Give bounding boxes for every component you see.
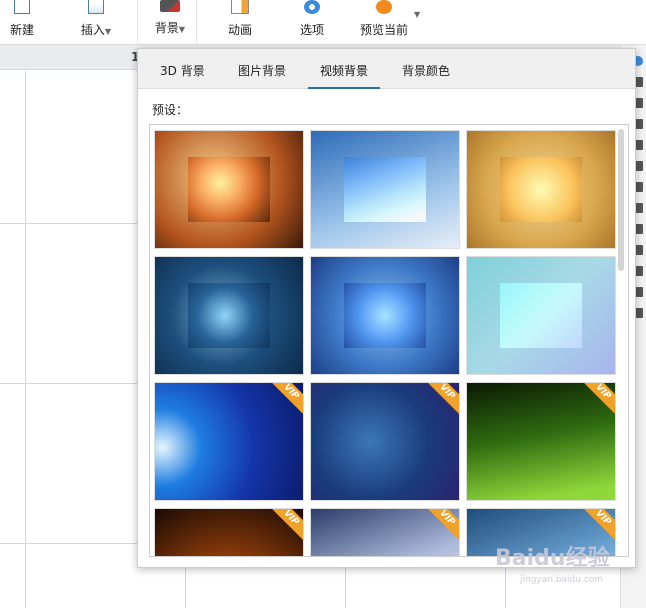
thumbnail-preview-inset bbox=[343, 282, 427, 349]
gear-icon bbox=[304, 0, 320, 14]
background-tabs: 3D 背景 图片背景 视频背景 背景颜色 bbox=[138, 49, 635, 89]
toolbar: 新建 插入▼ 背景▼ 动画 选项 预览当前 ▼ bbox=[0, 0, 646, 45]
preset-label: 预设： bbox=[152, 103, 189, 117]
scrollbar[interactable] bbox=[618, 129, 624, 271]
options-button[interactable]: 选项 bbox=[292, 0, 332, 45]
tab-image-background[interactable]: 图片背景 bbox=[238, 62, 286, 79]
thumbnail-earth-globe[interactable] bbox=[154, 256, 304, 375]
thumbnail-preview-inset bbox=[187, 156, 271, 223]
thumbnail-blue-tech-light[interactable]: VIP bbox=[154, 382, 304, 501]
insert-button[interactable]: 插入▼ bbox=[74, 0, 118, 45]
thumbnail-green-aurora[interactable]: VIP bbox=[466, 382, 616, 501]
vip-badge: VIP bbox=[264, 509, 303, 545]
vip-badge: VIP bbox=[264, 383, 303, 419]
animation-button[interactable]: 动画 bbox=[220, 0, 260, 45]
vip-badge: VIP bbox=[420, 383, 459, 419]
background-button[interactable]: 背景▼ bbox=[148, 0, 192, 45]
background-popup: 3D 背景 图片背景 视频背景 背景颜色 预设： VIP VIP VIP VIP VIP… bbox=[137, 48, 636, 568]
vip-badge: VIP bbox=[420, 509, 459, 545]
thumbnail-golden-droplets[interactable] bbox=[466, 130, 616, 249]
vip-badge: VIP bbox=[576, 383, 615, 419]
watermark: Baidu经验 bbox=[495, 546, 610, 571]
thumbnail-blue-white-glow[interactable]: VIP bbox=[310, 508, 460, 556]
new-icon bbox=[14, 0, 30, 14]
watermark-url: jingyan.baidu.com bbox=[520, 575, 604, 585]
animation-icon bbox=[231, 0, 249, 14]
preview-dropdown-icon[interactable]: ▼ bbox=[414, 10, 420, 19]
tab-background-color[interactable]: 背景颜色 bbox=[402, 62, 450, 79]
thumbnail-spring-bokeh[interactable] bbox=[466, 256, 616, 375]
paint-bucket-icon bbox=[160, 0, 180, 12]
thumbnail-blue-sky[interactable] bbox=[310, 130, 460, 249]
thumbnail-orange-rings[interactable]: VIP bbox=[154, 508, 304, 556]
thumbnail-preview-inset bbox=[343, 156, 427, 223]
caret-down-icon: ▼ bbox=[178, 25, 186, 34]
tab-video-background[interactable]: 视频背景 bbox=[307, 62, 381, 89]
new-button[interactable]: 新建 bbox=[4, 0, 40, 45]
thumbnail-autumn-leaves[interactable] bbox=[154, 130, 304, 249]
thumbnail-grid: VIP VIP VIP VIP VIP VIP bbox=[149, 124, 629, 557]
thumbnail-preview-inset bbox=[499, 156, 583, 223]
insert-icon bbox=[88, 0, 104, 14]
tab-3d-background[interactable]: 3D 背景 bbox=[160, 62, 205, 79]
play-icon bbox=[376, 0, 392, 14]
caret-down-icon: ▼ bbox=[104, 27, 112, 36]
thumbnail-snowflakes[interactable] bbox=[310, 256, 460, 375]
thumbnail-space-earth[interactable]: VIP bbox=[310, 382, 460, 501]
thumbnail-preview-inset bbox=[187, 282, 271, 349]
vip-badge: VIP bbox=[576, 509, 615, 545]
preview-current-button[interactable]: 预览当前 bbox=[352, 0, 416, 45]
thumbnail-preview-inset bbox=[499, 282, 583, 349]
